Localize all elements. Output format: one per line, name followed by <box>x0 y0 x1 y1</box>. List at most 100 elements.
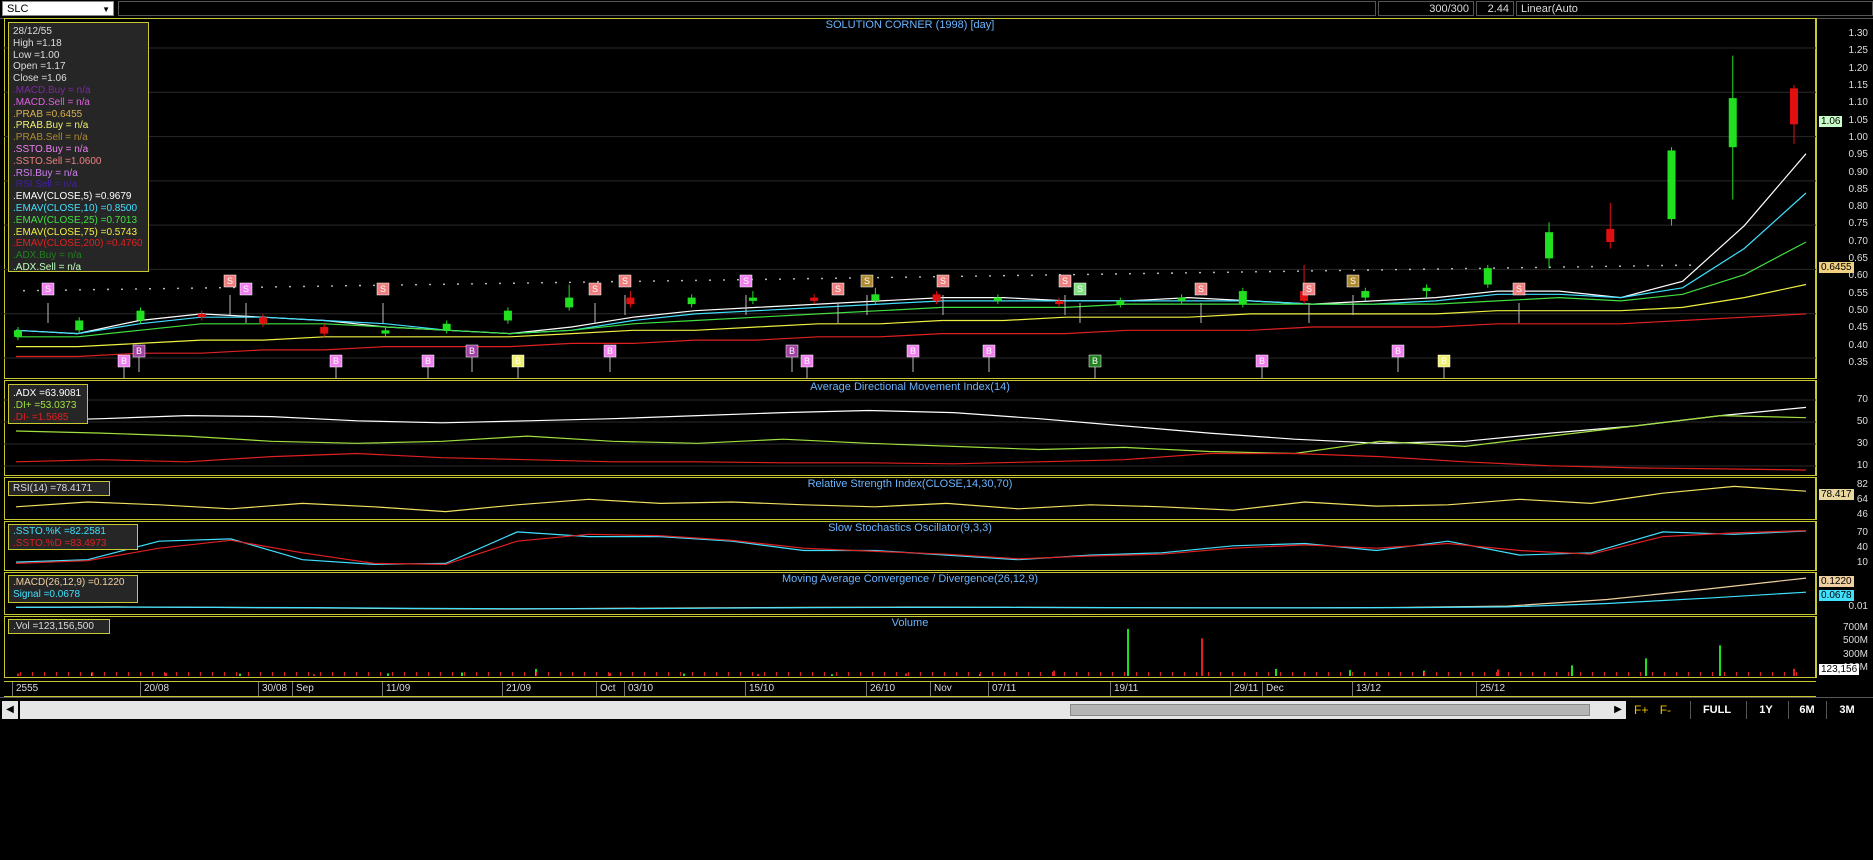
price-axis[interactable]: 1.30 1.25 1.20 1.15 1.10 1.05 1.00 0.95 0.90 0.85… <box>1816 18 1873 379</box>
prab-dot <box>975 275 977 278</box>
rsi-info-box: RSI(14) =78.4171 <box>8 481 110 496</box>
date-tick-label: 15/10 <box>749 683 775 694</box>
price-value-tag: 0.6455 <box>1819 262 1854 273</box>
price-tick-label: 1.00 <box>1848 131 1868 143</box>
adx-axis[interactable]: 70 50 30 10 <box>1816 380 1873 476</box>
indicator-line: .SSTO.Sell =1.0600 <box>13 155 102 167</box>
volume-tick-bar <box>1616 672 1617 676</box>
range-button-3m[interactable]: 3M <box>1826 701 1867 719</box>
volume-tick-bar <box>1424 672 1425 676</box>
info-close: Close =1.06 <box>13 73 67 85</box>
prab-dot <box>1297 270 1299 273</box>
prab-dot <box>429 283 431 286</box>
scroll-track[interactable] <box>20 701 1610 719</box>
candle-body <box>442 323 451 331</box>
volume-tick-bar <box>704 672 705 676</box>
ssto-chart[interactable] <box>4 521 1816 571</box>
volume-tick-bar <box>428 672 429 676</box>
volume-tick-bar <box>512 672 513 676</box>
volume-tick-bar <box>1676 672 1677 676</box>
volume-tick-bar <box>68 672 69 676</box>
signal-label: B <box>136 346 142 356</box>
prab-dot <box>1591 265 1593 268</box>
volume-value: .Vol =123,156,500 <box>13 621 94 632</box>
date-axis[interactable]: 2555 20/08 30/08 Sep 11/09 21/09 Oct 03/10 15/10… <box>4 681 1816 697</box>
adx-chart[interactable] <box>4 380 1816 476</box>
date-tick-label: 26/10 <box>870 683 896 694</box>
volume-tick-bar <box>200 672 201 676</box>
range-button-1y[interactable]: 1Y <box>1746 701 1785 719</box>
price-chart[interactable]: SBBSSBSBBBSSBSBBSSBSBSSBSBSSBBS <box>4 18 1816 379</box>
prab-dot <box>1143 272 1145 275</box>
macd-chart[interactable] <box>4 572 1816 615</box>
prab-dot <box>1199 271 1201 274</box>
indicator-line: .MACD.Sell = n/a <box>13 96 90 108</box>
rsi-axis[interactable]: 82 64 46 78.417 <box>1816 477 1873 520</box>
scroll-left-icon[interactable]: ◀ <box>2 701 18 719</box>
zoom-in-icon[interactable]: F+ <box>1634 703 1648 717</box>
volume-tick-bar <box>584 672 585 676</box>
range-button-full[interactable]: FULL <box>1690 701 1743 719</box>
volume-tick-bar <box>260 672 261 676</box>
macd-axis[interactable]: 0.01 0.1220 0.0678 <box>1816 572 1873 615</box>
prab-dot <box>639 280 641 283</box>
adx-line: .DI- =1.5685 <box>13 411 69 423</box>
prab-dot <box>513 282 515 285</box>
symbol-select[interactable]: SLC ▼ <box>2 1 114 16</box>
prab-dot <box>1647 264 1649 267</box>
volume-bar <box>1719 645 1721 676</box>
prab-dot <box>1605 265 1607 268</box>
volume-tick-bar <box>920 672 921 676</box>
volume-tick-bar <box>836 672 837 676</box>
price-tick-label: 1.10 <box>1848 97 1868 109</box>
volume-tick-bar <box>272 672 273 676</box>
ssto-axis[interactable]: 70 40 10 <box>1816 521 1873 571</box>
volume-chart[interactable] <box>4 616 1816 678</box>
volume-tick-bar <box>1604 672 1605 676</box>
date-tick <box>1352 682 1353 696</box>
scroll-right-icon[interactable]: ▶ <box>1610 701 1626 719</box>
volume-bar <box>387 673 389 676</box>
zoom-out-icon[interactable]: F- <box>1660 703 1671 717</box>
prab-dot <box>877 276 879 279</box>
scroll-thumb[interactable] <box>1070 704 1590 716</box>
rsi-chart[interactable] <box>4 477 1816 520</box>
volume-tick-bar <box>308 672 309 676</box>
scale-mode[interactable]: Linear(Auto <box>1516 1 1873 16</box>
ssto-line <box>15 530 1807 566</box>
candle-body <box>748 297 757 301</box>
prab-dot <box>1633 265 1635 267</box>
macd-line <box>15 577 1807 610</box>
volume-tick-bar <box>1640 672 1641 676</box>
macd-info-box: .MACD(26,12,9) =0.1220 Signal =0.0678 <box>8 575 138 603</box>
prab-dot <box>471 282 473 285</box>
signal-label: S <box>743 276 749 286</box>
date-tick-label: 20/08 <box>144 683 170 694</box>
volume-bar <box>461 672 463 676</box>
prab-dot <box>1535 266 1537 269</box>
prab-dot <box>331 285 333 287</box>
prab-dot <box>373 284 375 287</box>
prab-dot <box>1353 269 1355 272</box>
date-tick <box>12 682 13 696</box>
date-tick <box>1262 682 1263 696</box>
status-field <box>118 1 1376 16</box>
price-tick-label: 0.95 <box>1848 149 1868 161</box>
prab-dot <box>1115 273 1117 275</box>
volume-axis[interactable]: 700M500M300M100M123,156 <box>1816 616 1873 678</box>
prab-dot <box>457 283 459 285</box>
chevron-down-icon[interactable]: ▼ <box>102 2 110 17</box>
prab-dot <box>765 278 767 281</box>
date-tick <box>866 682 867 696</box>
date-tick <box>140 682 141 696</box>
volume-tick-bar <box>848 672 849 676</box>
signal-label: B <box>425 356 431 366</box>
range-button-6m[interactable]: 6M <box>1788 701 1825 719</box>
prab-dot <box>541 281 543 284</box>
volume-tick-bar <box>476 672 477 676</box>
volume-tick-bar <box>464 672 465 676</box>
prab-dot <box>1185 271 1187 274</box>
prab-dot <box>1689 264 1691 267</box>
volume-tick-bar <box>896 672 897 676</box>
candle-body <box>1606 228 1615 243</box>
